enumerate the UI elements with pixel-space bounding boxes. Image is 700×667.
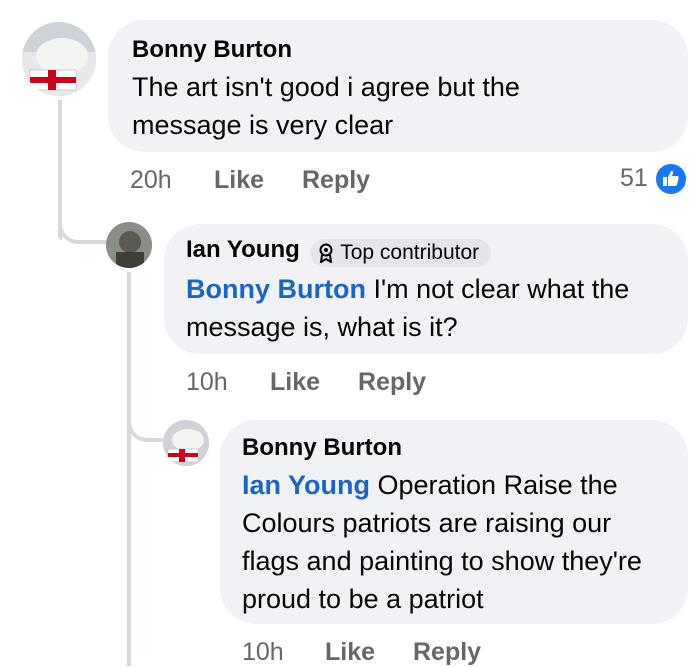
comment-time[interactable]: 20h xyxy=(130,166,172,195)
reply-button[interactable]: Reply xyxy=(413,638,481,667)
like-button[interactable]: Like xyxy=(325,638,375,667)
badge-label: Top contributor xyxy=(340,240,480,264)
reply-button[interactable]: Reply xyxy=(302,166,370,195)
mention-link[interactable]: Ian Young xyxy=(242,470,370,500)
comment-text-wrap: Ian Young Operation Raise the Colours pa… xyxy=(242,466,662,618)
like-button[interactable]: Like xyxy=(270,368,320,397)
comment-bubble: Bonny Burton Ian Young Operation Raise t… xyxy=(220,420,688,624)
thread-line-elbow xyxy=(127,400,167,442)
thread-line xyxy=(127,272,131,666)
mention-link[interactable]: Bonny Burton xyxy=(186,274,366,304)
dog-flag-avatar-icon xyxy=(22,22,96,96)
comment-time[interactable]: 10h xyxy=(186,368,228,397)
comment-author[interactable]: Bonny Burton xyxy=(132,36,292,64)
comment-author[interactable]: Ian Young xyxy=(186,236,300,263)
avatar[interactable] xyxy=(106,222,152,268)
avatar[interactable] xyxy=(22,22,96,96)
dog-flag-avatar-icon xyxy=(163,420,209,466)
comment-time[interactable]: 10h xyxy=(242,638,284,667)
avatar[interactable] xyxy=(163,420,209,466)
comment-text: The art isn't good i agree but the messa… xyxy=(132,72,520,140)
like-button[interactable]: Like xyxy=(214,166,264,195)
thread-line-elbow xyxy=(58,200,110,244)
comment-text-wrap: Bonny Burton I'm not clear what the mess… xyxy=(186,270,666,346)
reply-button[interactable]: Reply xyxy=(358,368,426,397)
reaction-count[interactable]: 51 xyxy=(620,164,648,193)
comment-bubble: Ian Young Top contributor Bonny Burton I… xyxy=(164,224,688,354)
person-avatar-icon xyxy=(106,222,152,268)
comment-bubble: Bonny Burton The art isn't good i agree … xyxy=(108,20,688,152)
like-reaction-icon[interactable] xyxy=(654,162,688,196)
top-contributor-badge[interactable]: Top contributor xyxy=(310,238,492,267)
comment-author[interactable]: Bonny Burton xyxy=(242,434,402,462)
medal-icon xyxy=(319,243,333,263)
